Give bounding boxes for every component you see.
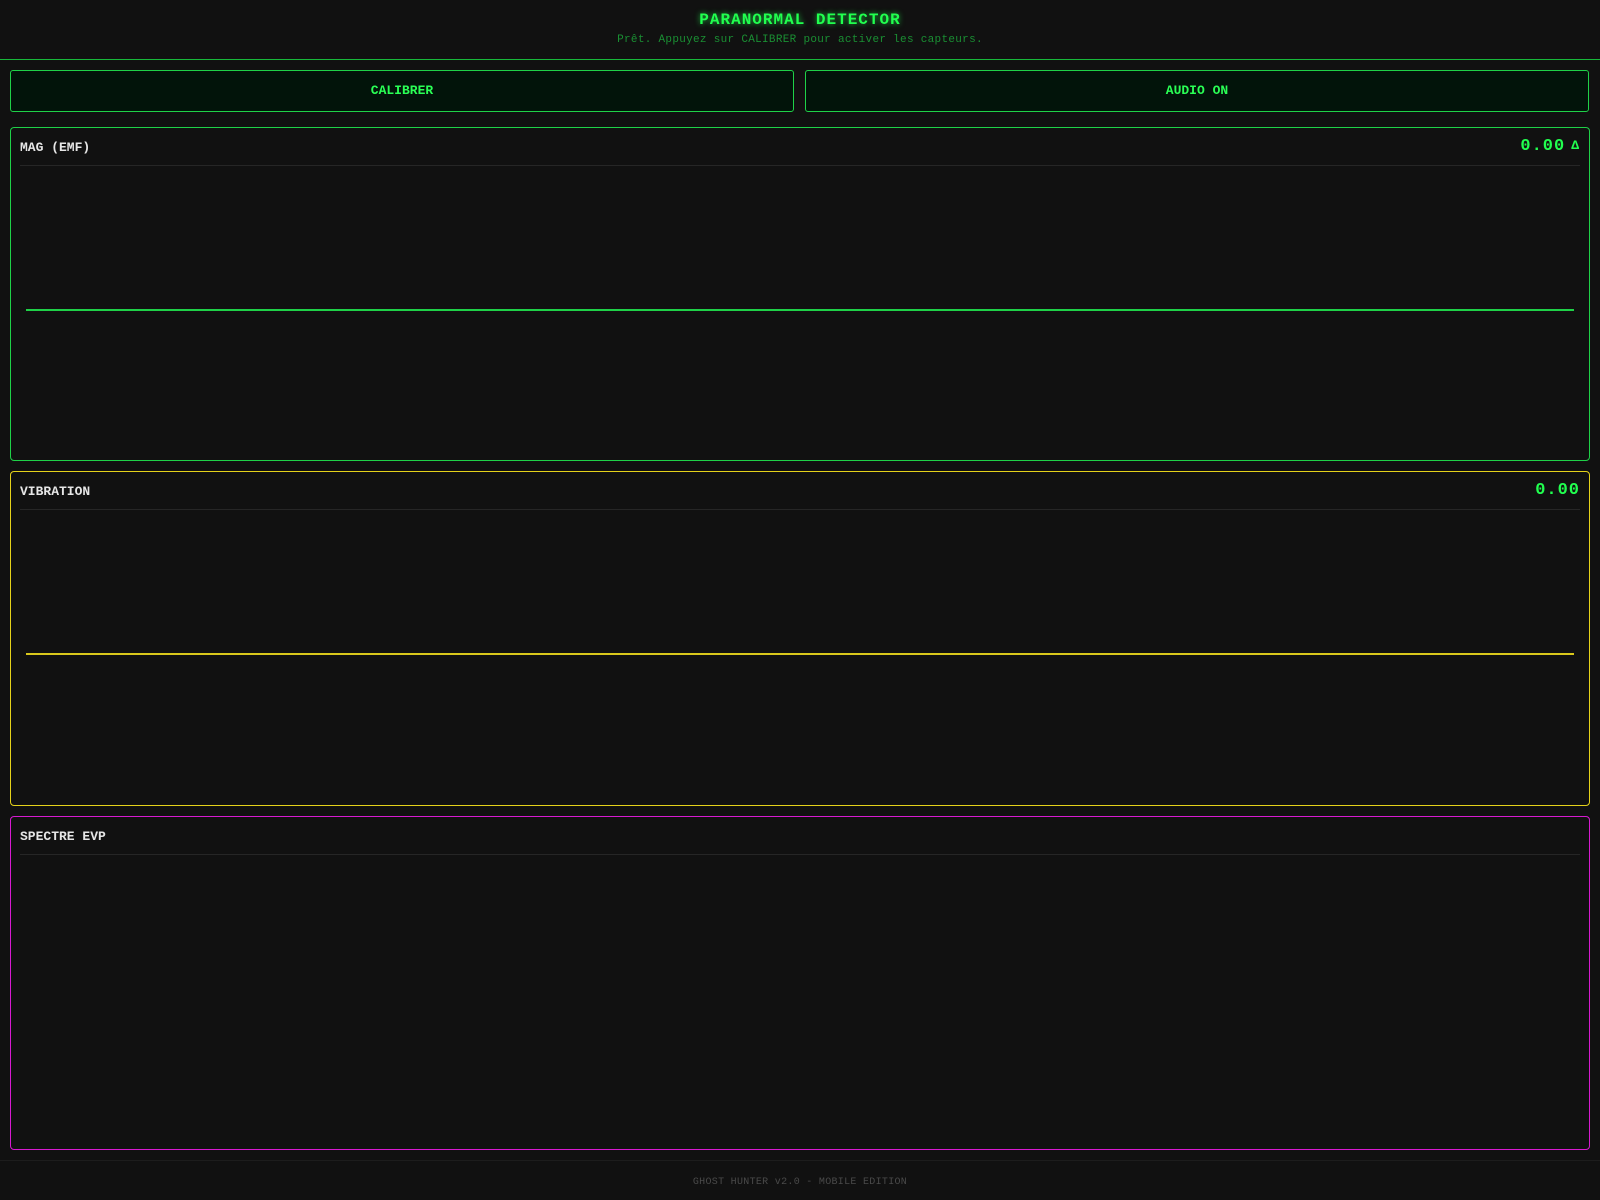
- evp-spectrum-label: SPECTRE EVP: [20, 829, 106, 844]
- vibration-label: VIBRATION: [20, 484, 91, 499]
- footer-version-text: GHOST HUNTER v2.0 - MOBILE EDITION: [692, 1177, 908, 1188]
- status-message: Prêt. Appuyez sur CALIBRER pour activer …: [617, 34, 983, 46]
- vibration-panel: VIBRATION 0.00: [10, 471, 1590, 806]
- app-title: PARANORMAL DETECTOR: [699, 11, 901, 29]
- vibration-trace: [26, 653, 1574, 655]
- app-footer: GHOST HUNTER v2.0 - MOBILE EDITION: [0, 1160, 1600, 1200]
- mag-emf-panel-header: MAG (EMF) 0.00 Δ: [20, 128, 1580, 166]
- mag-emf-label: MAG (EMF): [20, 140, 91, 155]
- calibrate-button[interactable]: CALIBRER: [10, 70, 794, 112]
- evp-spectrum-canvas: [20, 857, 1580, 1141]
- audio-toggle-button[interactable]: AUDIO ON: [805, 70, 1589, 112]
- vibration-panel-header: VIBRATION 0.00: [20, 472, 1580, 510]
- app-header: PARANORMAL DETECTOR Prêt. Appuyez sur CA…: [0, 0, 1600, 60]
- mag-emf-readout: 0.00 Δ: [1520, 137, 1580, 156]
- mag-emf-panel: MAG (EMF) 0.00 Δ: [10, 127, 1590, 461]
- evp-spectrum-panel: SPECTRE EVP: [10, 816, 1590, 1150]
- vibration-value: 0.00: [1535, 481, 1580, 500]
- mag-emf-trace: [26, 309, 1574, 311]
- mag-emf-value: 0.00: [1520, 137, 1566, 156]
- evp-spectrum-panel-header: SPECTRE EVP: [20, 817, 1580, 855]
- delta-icon: Δ: [1571, 138, 1580, 153]
